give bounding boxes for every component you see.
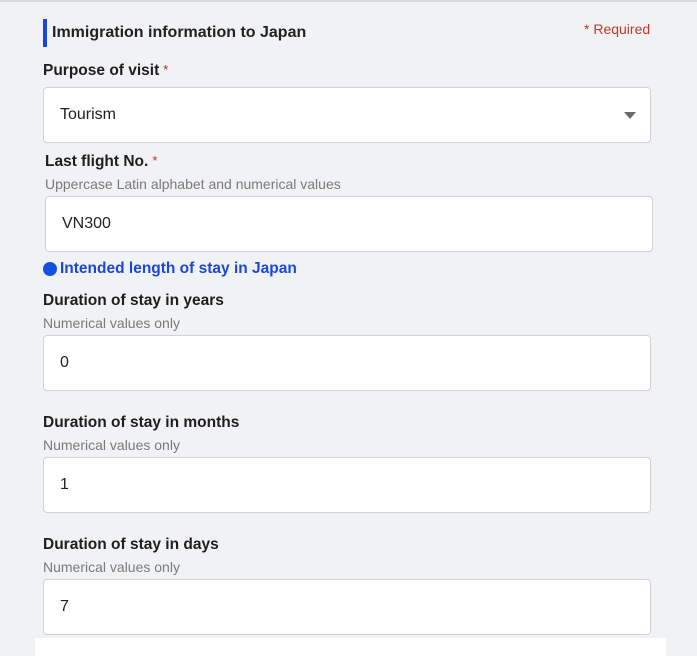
years-hint: Numerical values only — [43, 315, 180, 331]
section-header: Immigration information to Japan — [43, 19, 306, 47]
purpose-label: Purpose of visit * — [43, 62, 168, 80]
years-value: 0 — [60, 354, 69, 371]
months-label: Duration of stay in months — [43, 414, 240, 431]
months-value: 1 — [60, 476, 69, 493]
flight-hint: Uppercase Latin alphabet and numerical v… — [45, 176, 341, 192]
days-hint: Numerical values only — [43, 559, 180, 575]
flight-label: Last flight No. * — [45, 153, 157, 171]
months-hint: Numerical values only — [43, 437, 180, 453]
required-star: * — [152, 153, 158, 168]
flight-number-input[interactable]: VN300 — [45, 196, 653, 252]
section-title: Immigration information to Japan — [52, 24, 307, 41]
stay-heading-text: Intended length of stay in Japan — [60, 260, 297, 277]
days-input[interactable]: 7 — [43, 579, 651, 635]
purpose-select[interactable]: Tourism — [43, 87, 651, 143]
stay-heading: Intended length of stay in Japan — [43, 260, 297, 278]
years-label: Duration of stay in years — [43, 292, 224, 309]
flight-number-value: VN300 — [62, 215, 111, 232]
top-divider — [0, 0, 697, 2]
days-value: 7 — [60, 598, 69, 615]
purpose-select-value: Tourism — [60, 106, 117, 123]
years-input[interactable]: 0 — [43, 335, 651, 391]
form-bottom-edge — [35, 638, 666, 656]
chevron-down-icon[interactable] — [624, 112, 636, 119]
flight-label-text: Last flight No. — [45, 153, 149, 170]
required-note: * Required — [584, 21, 651, 37]
blue-dot-icon — [43, 262, 57, 276]
section-accent-bar — [43, 19, 47, 47]
days-label: Duration of stay in days — [43, 536, 219, 553]
months-input[interactable]: 1 — [43, 457, 651, 513]
required-star: * — [163, 62, 169, 77]
purpose-label-text: Purpose of visit — [43, 62, 160, 79]
